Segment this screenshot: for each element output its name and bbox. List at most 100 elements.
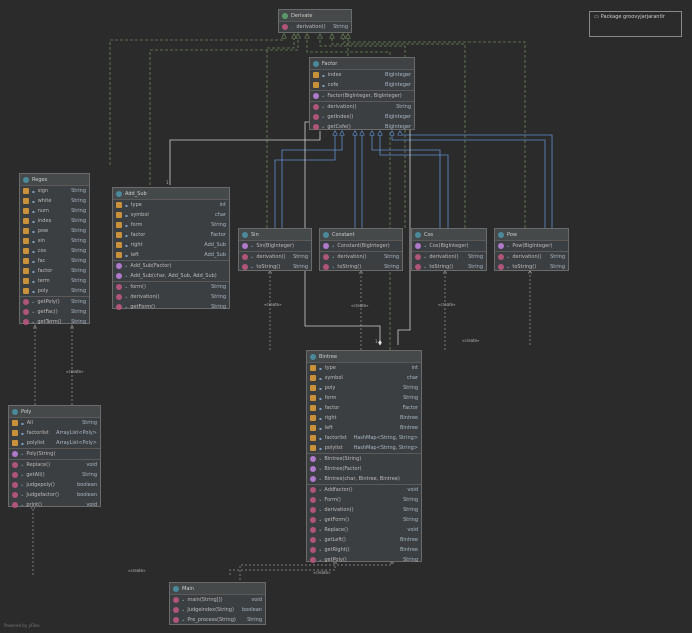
member-type: String — [403, 507, 418, 513]
package-groovyjarjarantlr[interactable]: ▭ Package groovyjarjarantlr — [589, 11, 682, 37]
method-icon — [310, 487, 316, 493]
class-cos[interactable]: Cos • Cos(BigInteger) • derivation() String… — [411, 228, 487, 271]
member-name: toString() — [256, 264, 281, 270]
method-icon — [23, 319, 29, 325]
member-type: String — [211, 284, 226, 290]
class-header: Main — [170, 583, 265, 595]
class-header: Derivate — [279, 10, 351, 22]
member-name: factor — [37, 268, 53, 274]
member-type: String — [71, 188, 86, 194]
member-name: getForm() — [130, 304, 156, 310]
public-icon: • — [319, 537, 322, 543]
member-name: derivation() — [256, 254, 286, 260]
method-icon — [310, 547, 316, 553]
class-name: Cos — [424, 231, 434, 238]
class-name: Sin — [251, 231, 259, 238]
public-icon: • — [32, 299, 35, 305]
method-row: • main(String[]) void — [170, 595, 265, 605]
public-icon: • — [507, 243, 510, 249]
member-name: cos — [37, 248, 47, 254]
field-icon — [23, 198, 29, 204]
member-name: sign — [37, 188, 49, 194]
lock-icon: ▪ — [21, 440, 24, 446]
field-icon — [310, 395, 316, 401]
method-icon — [498, 264, 504, 270]
class-poly[interactable]: Poly ▪ All String ▪ factorlist ArrayList<Poly… — [8, 405, 101, 508]
member-name: pow — [37, 228, 49, 234]
member-type: String — [71, 258, 86, 264]
class-add-sub[interactable]: Add_Sub ▪ type int ▪ symbol char ▪ form String ▪ f… — [112, 187, 230, 312]
member-name: getLeft() — [324, 537, 346, 543]
lock-icon: ▪ — [319, 445, 322, 451]
class-constant[interactable]: Constant • Constant(BigInteger) • derivati… — [319, 228, 403, 271]
member-name: derivation() — [296, 24, 326, 30]
field-row: ▪ All String — [9, 418, 100, 428]
constructor-icon — [323, 243, 329, 249]
class-factor[interactable]: Factor ▪ index BigInteger ▪ cofe BigInteger … — [309, 57, 415, 130]
member-name: toString() — [512, 264, 537, 270]
method-icon — [12, 502, 18, 508]
member-name: Cos(BigInteger) — [429, 243, 469, 249]
field-row: ▪ left Add_Sub — [113, 250, 229, 260]
public-icon: • — [424, 243, 427, 249]
member-name: getTerm() — [37, 319, 62, 325]
public-icon: • — [507, 264, 510, 270]
member-name: getPoly() — [324, 557, 347, 563]
public-icon: • — [125, 304, 128, 310]
member-name: Poly(String) — [26, 451, 56, 457]
class-derivate[interactable]: Derivate ◦ derivation() String — [278, 9, 352, 33]
class-sin[interactable]: Sin • Sin(BigInteger) • derivation() String… — [238, 228, 312, 271]
public-icon: • — [32, 309, 35, 315]
member-name: toString() — [337, 264, 362, 270]
method-icon — [173, 607, 179, 613]
member-name: getFac() — [37, 309, 58, 315]
member-name: left — [130, 252, 139, 258]
method-type: String — [396, 104, 411, 110]
lock-icon: ▪ — [32, 288, 35, 294]
public-icon: • — [251, 243, 254, 249]
public-icon: • — [322, 124, 325, 130]
member-name: factor — [130, 232, 146, 238]
public-icon: • — [322, 114, 325, 120]
member-name: type — [324, 365, 336, 371]
folder-icon: ▭ — [594, 14, 599, 20]
public-icon: • — [251, 264, 254, 270]
member-name: white — [37, 198, 52, 204]
method-icon — [23, 309, 29, 315]
member-name: term — [37, 278, 50, 284]
class-regex[interactable]: Regex ▪ sign String ▪ white String ▪ num String ▪… — [19, 173, 90, 325]
member-type: String — [550, 254, 565, 260]
method-icon — [323, 254, 329, 260]
method-name: derivation() — [327, 104, 357, 110]
member-type: String — [82, 472, 97, 478]
field-icon — [12, 440, 18, 446]
member-type: char — [406, 375, 418, 381]
field-icon — [310, 385, 316, 391]
class-main[interactable]: Main • main(String[]) void • Judgeindex(Stri… — [169, 582, 266, 625]
field-icon — [310, 375, 316, 381]
class-pow[interactable]: Pow • Pow(BigInteger) • derivation() String… — [494, 228, 569, 271]
method-row: • getForm() String — [113, 302, 229, 312]
member-type: Factor — [210, 232, 226, 238]
public-icon: • — [125, 284, 128, 290]
class-name: Poly — [21, 408, 32, 415]
method-row: • getLeft() Bintree — [307, 535, 421, 545]
public-icon: • — [182, 607, 185, 613]
class-icon — [23, 176, 29, 183]
class-icon — [116, 190, 122, 197]
class-bintree[interactable]: Bintree ▪ type int ▪ symbol char ▪ poly String ▪ f… — [306, 350, 422, 563]
public-icon: • — [332, 264, 335, 270]
method-name: getIndex() — [327, 114, 354, 120]
constructor-row: • Poly(String) — [9, 449, 100, 459]
member-name: polylist — [26, 440, 45, 446]
interface-icon — [282, 12, 288, 19]
constructor-row: • Sin(BigInteger) — [239, 241, 311, 251]
member-type: String — [71, 309, 86, 315]
class-name: Add_Sub — [125, 190, 147, 197]
create-label: «create» — [438, 302, 456, 307]
public-icon: • — [251, 254, 254, 260]
member-name: form — [130, 222, 143, 228]
member-name: Pow(BigInteger) — [512, 243, 553, 249]
method-icon — [12, 472, 18, 478]
constructor-row: • Constant(BigInteger) — [320, 241, 402, 251]
